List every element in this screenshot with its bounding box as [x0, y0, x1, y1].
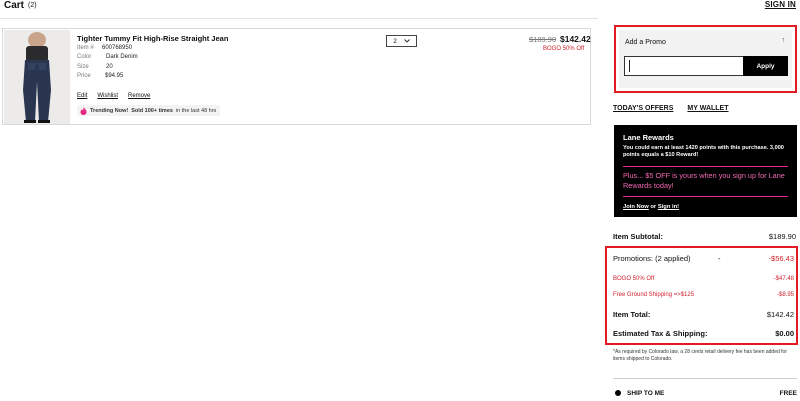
product-name[interactable]: Tighter Tummy Fit High-Rise Straight Jea… [77, 34, 228, 43]
wishlist-link[interactable]: Wishlist [97, 93, 118, 99]
item-total-value: $142.42 [766, 310, 794, 319]
sign-in-link[interactable]: SIGN IN [765, 0, 796, 9]
add-promo-panel: Add a Promo ↑ Apply [614, 25, 797, 93]
price-row: Price $94.95 [77, 73, 123, 79]
trending-badge: Trending Now! Sold 100+ times in the las… [77, 105, 221, 116]
ship-to-me-label: SHIP TO ME [627, 390, 665, 397]
shipping-cost: FREE [779, 390, 797, 397]
offers-tabs: TODAY'S OFFERS MY WALLET [613, 105, 743, 112]
shipping-divider [613, 378, 797, 379]
flame-icon [80, 106, 87, 115]
header-divider [0, 18, 598, 19]
order-summary: Promotions: (2 applied) - -$56.43 BOGO 5… [605, 246, 798, 345]
rewards-title: Lane Rewards [623, 133, 674, 142]
promo-code-input[interactable] [624, 56, 745, 76]
trending-suffix: in the last 48 hrs [175, 107, 217, 114]
cart-item: Tighter Tummy Fit High-Rise Straight Jea… [2, 28, 591, 125]
text-cursor [629, 60, 630, 72]
promotions-toggle[interactable]: - [718, 254, 721, 263]
promo-row-label: Free Ground Shipping =>$125 [613, 292, 695, 298]
quantity-select[interactable]: 2 [386, 35, 417, 47]
chevron-down-icon [403, 39, 410, 43]
item-total-label: Item Total: [613, 310, 651, 319]
tab-todays-offers[interactable]: TODAY'S OFFERS [613, 105, 673, 112]
item-number-row: Item # 600768950 [77, 45, 132, 51]
promo-row-value: -$8.95 [776, 292, 794, 298]
attr-label: Item # [77, 45, 94, 51]
or-text: or [650, 204, 657, 210]
size-row: Size 20 [77, 64, 113, 70]
subtotal-value: $189.90 [768, 232, 796, 241]
promotions-value: -$56.43 [768, 254, 794, 263]
apply-button[interactable]: Apply [743, 56, 788, 76]
attr-value: 600768950 [102, 45, 133, 51]
rewards-sign-in-link[interactable]: Sign in! [658, 204, 679, 210]
product-image[interactable] [4, 30, 70, 124]
remove-link[interactable]: Remove [128, 93, 150, 99]
promo-inner: Add a Promo ↑ Apply [619, 30, 792, 88]
quantity-value: 2 [393, 37, 397, 45]
trending-label: Trending Now! [90, 107, 129, 114]
colorado-footnote: *As required by Colorado law, a 28 cents… [613, 349, 787, 362]
subtotal-label: Item Subtotal: [613, 232, 663, 241]
radio-selected-icon[interactable] [615, 390, 621, 396]
trending-count: Sold 100+ times [131, 107, 173, 114]
tab-my-wallet[interactable]: MY WALLET [687, 105, 728, 112]
promo-title[interactable]: Add a Promo [625, 39, 666, 46]
lane-rewards-panel: Lane Rewards You could earn at least 142… [614, 125, 797, 217]
rewards-links: Join Now or Sign in! [623, 204, 788, 210]
sale-price: $142.42 [560, 34, 591, 44]
attr-value: $94.95 [105, 73, 124, 79]
join-now-link[interactable]: Join Now [623, 204, 649, 210]
tax-shipping-label: Estimated Tax & Shipping: [613, 329, 708, 338]
attr-value: Dark Denim [106, 54, 138, 60]
item-total-row: Item Total: $142.42 [613, 310, 794, 320]
item-actions: Edit Wishlist Remove [77, 93, 160, 99]
collapse-arrow-icon[interactable]: ↑ [782, 37, 786, 44]
color-row: Color Dark Denim [77, 54, 138, 60]
cart-count: (2) [28, 2, 37, 9]
promo-tag: BOGO 50% Off [543, 46, 585, 52]
promo-row-bogo: BOGO 50% Off -$47.48 [613, 276, 794, 286]
promo-row-shipping: Free Ground Shipping =>$125 -$8.95 [613, 292, 794, 302]
rewards-description: You could earn at least 1420 points with… [623, 145, 784, 158]
original-price: $189.90 [529, 35, 557, 44]
attr-label: Color [77, 54, 92, 60]
tax-shipping-row: Estimated Tax & Shipping: $0.00 [613, 329, 794, 339]
promotions-label: Promotions: (2 applied) [613, 254, 691, 263]
attr-label: Size [77, 64, 89, 70]
edit-link[interactable]: Edit [77, 93, 87, 99]
promotions-row[interactable]: Promotions: (2 applied) - -$56.43 [613, 254, 794, 264]
attr-label: Price [77, 73, 91, 79]
tax-shipping-value: $0.00 [775, 329, 794, 338]
promo-row-value: -$47.48 [773, 276, 794, 282]
promo-row-label: BOGO 50% Off [613, 276, 655, 282]
ship-to-me-option[interactable]: SHIP TO ME FREE [615, 390, 797, 397]
rewards-offer: Plus... $5 OFF is yours when you sign up… [623, 166, 788, 197]
page-title: Cart (2) [4, 0, 37, 11]
attr-value: 20 [106, 64, 113, 70]
cart-title-text: Cart [4, 0, 25, 11]
